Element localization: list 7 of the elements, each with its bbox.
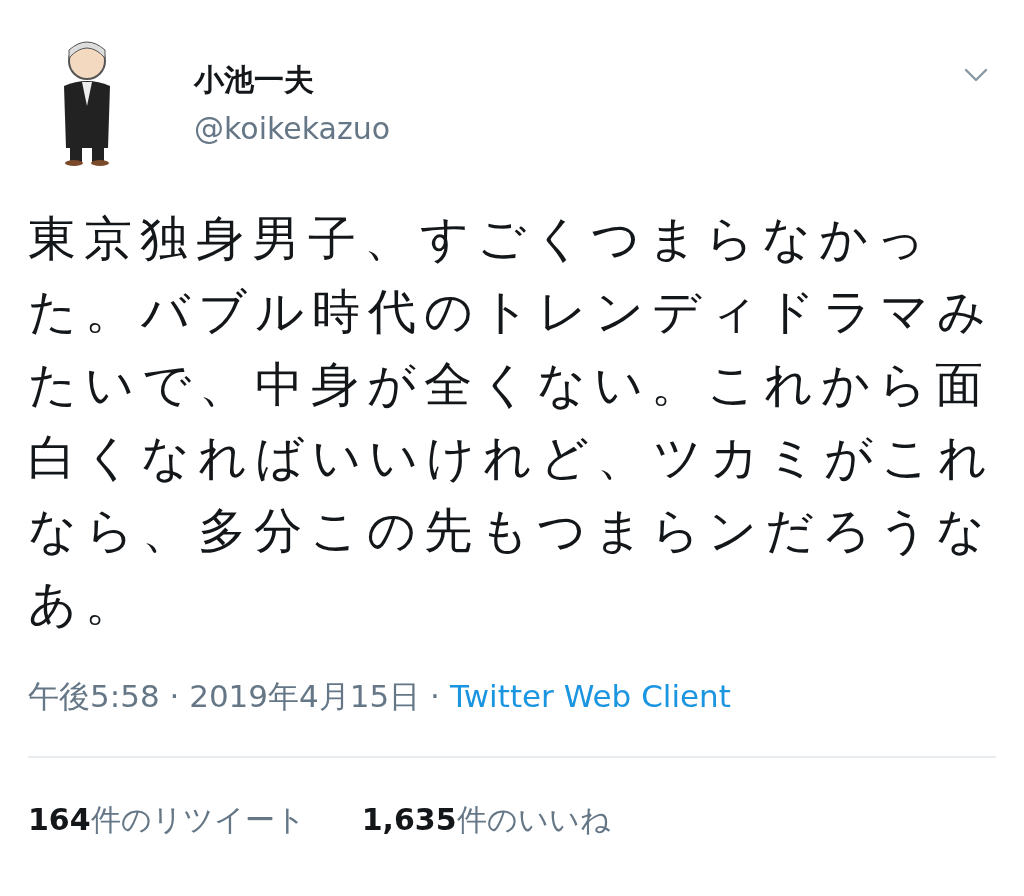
tweet-text: 東京独身男子、すごくつまらなかった。バブル時代のトレンディドラマみたいで、中身が全くない。これから面白くなればいいけれど、ツカミがこれなら、多分この先もつまらンだろうなあ。 (28, 209, 996, 633)
stat-count[interactable]: 1,635件のいいね (361, 800, 611, 841)
stat-count[interactable]: 164件のリツイート (28, 800, 306, 841)
tweet-time: 午後5:58 · 2019年4月15日 · (28, 678, 440, 714)
caret-icon[interactable] (964, 68, 988, 82)
author-handle[interactable]: @koikekazuo (194, 111, 964, 146)
author-name[interactable]: 小池一夫 (194, 60, 964, 101)
